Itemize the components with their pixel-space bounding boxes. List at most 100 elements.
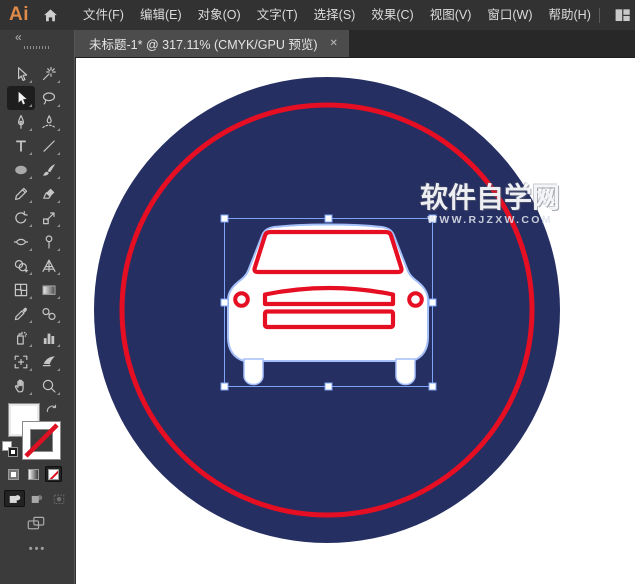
menu-items: 文件(F)编辑(E)对象(O)文字(T)选择(S)效果(C)视图(V)窗口(W)… [75, 0, 599, 30]
tool-puppet-warp[interactable] [35, 230, 63, 254]
tool-artboard[interactable] [7, 350, 35, 374]
menu-item-1[interactable]: 编辑(E) [132, 0, 190, 30]
tool-magic-wand[interactable] [35, 62, 63, 86]
swap-fill-stroke-icon[interactable] [46, 403, 58, 421]
menu-divider [599, 8, 600, 23]
tool-symbol-sprayer[interactable] [7, 326, 35, 350]
default-fill-stroke-button[interactable] [3, 442, 19, 458]
menu-item-3[interactable]: 文字(T) [249, 0, 306, 30]
lasso-icon [41, 90, 57, 106]
draw-inside-button[interactable] [48, 490, 69, 507]
tool-selection[interactable] [7, 62, 35, 86]
gradient-button[interactable] [25, 466, 42, 482]
illustrator-window: Ai 文件(F)编辑(E)对象(O)文字(T)选择(S)效果(C)视图(V)窗口… [0, 0, 635, 584]
tool-direct-selection[interactable] [7, 86, 35, 110]
selection-handle[interactable] [429, 383, 436, 390]
collapse-panel-button[interactable]: « [15, 30, 22, 44]
stroke-color-swatch[interactable] [23, 422, 60, 459]
document-tab-title: 未标题-1* @ 317.11% (CMYK/GPU 预览) [89, 34, 317, 53]
tool-slice[interactable] [35, 350, 63, 374]
tool-line[interactable] [35, 134, 63, 158]
artboard-canvas[interactable]: 软件自学网 WWW.RJZXW.COM [76, 58, 635, 584]
tool-shape-builder[interactable] [7, 254, 35, 278]
paintbrush-icon [41, 162, 57, 178]
tool-lasso[interactable] [35, 86, 63, 110]
line-icon [41, 138, 57, 154]
car-wheel-right[interactable] [396, 359, 415, 385]
artboard-icon [13, 354, 29, 370]
car-icon[interactable] [228, 224, 428, 384]
mini-stroke-swatch [9, 448, 17, 456]
selection-handle[interactable] [325, 383, 332, 390]
tool-curvature[interactable] [35, 110, 63, 134]
scale-icon [41, 210, 57, 226]
tool-pen[interactable] [7, 110, 35, 134]
selection-handle[interactable] [429, 299, 436, 306]
tool-zoom[interactable] [35, 374, 63, 398]
type-icon [13, 138, 29, 154]
menu-item-5[interactable]: 效果(C) [363, 0, 421, 30]
screen-mode-icon[interactable] [24, 515, 48, 539]
hand-icon [13, 378, 29, 394]
none-chip-icon [48, 469, 59, 480]
selection-icon [13, 66, 29, 82]
gradient-chip-icon [28, 469, 39, 480]
document-tab[interactable]: 未标题-1* @ 317.11% (CMYK/GPU 预览) ✕ [75, 30, 349, 57]
menu-item-7[interactable]: 窗口(W) [479, 0, 540, 30]
workspace-switcher-icon[interactable] [614, 7, 631, 24]
tool-ellipse[interactable] [7, 158, 35, 182]
menu-item-0[interactable]: 文件(F) [75, 0, 132, 30]
selection-handle[interactable] [221, 215, 228, 222]
tool-mesh[interactable] [7, 278, 35, 302]
none-button[interactable] [45, 466, 62, 482]
menubar-right [599, 7, 635, 24]
perspective-grid-icon [41, 258, 57, 274]
tool-hand[interactable] [7, 374, 35, 398]
illustrator-logo: Ai [9, 4, 29, 26]
tool-gradient[interactable] [35, 278, 63, 302]
curvature-icon [41, 114, 57, 130]
eraser-icon [41, 186, 57, 202]
pen-icon [13, 114, 29, 130]
eyedropper-icon [13, 306, 29, 322]
tool-graph[interactable] [35, 326, 63, 350]
tool-perspective-grid[interactable] [35, 254, 63, 278]
tool-type[interactable] [7, 134, 35, 158]
tool-eraser[interactable] [35, 182, 63, 206]
blend-icon [41, 306, 57, 322]
color-chip-icon [8, 469, 19, 480]
tool-paintbrush[interactable] [35, 158, 63, 182]
tool-scale[interactable] [35, 206, 63, 230]
menu-item-2[interactable]: 对象(O) [190, 0, 249, 30]
stroke-none-slash [23, 422, 60, 459]
shape-builder-icon [13, 258, 29, 274]
tool-shaper[interactable] [7, 182, 35, 206]
selection-handle[interactable] [325, 215, 332, 222]
selection-handle[interactable] [221, 299, 228, 306]
ellipse-icon [13, 162, 29, 178]
draw-normal-button[interactable] [4, 490, 25, 507]
tool-eyedropper[interactable] [7, 302, 35, 326]
document-tab-bar: 未标题-1* @ 317.11% (CMYK/GPU 预览) ✕ [75, 30, 635, 58]
close-icon[interactable]: ✕ [329, 39, 337, 49]
draw-behind-button[interactable] [26, 490, 47, 507]
tool-blend[interactable] [35, 302, 63, 326]
tool-rotate[interactable] [7, 206, 35, 230]
drawing-mode-buttons [4, 490, 69, 507]
symbol-sprayer-icon [13, 330, 29, 346]
car-wheel-left[interactable] [244, 359, 263, 385]
selection-handle[interactable] [221, 383, 228, 390]
menu-item-6[interactable]: 视图(V) [422, 0, 480, 30]
graph-icon [41, 330, 57, 346]
tool-width[interactable] [7, 230, 35, 254]
home-icon[interactable] [42, 7, 59, 24]
car-body[interactable] [228, 224, 428, 361]
toolbar-drag-grip[interactable] [24, 46, 50, 49]
edit-toolbar-button[interactable]: ••• [0, 543, 75, 555]
color-button[interactable] [5, 466, 22, 482]
menu-item-8[interactable]: 帮助(H) [541, 0, 599, 30]
menu-item-4[interactable]: 选择(S) [306, 0, 364, 30]
selection-handle[interactable] [429, 215, 436, 222]
zoom-icon [41, 378, 57, 394]
rotate-icon [13, 210, 29, 226]
